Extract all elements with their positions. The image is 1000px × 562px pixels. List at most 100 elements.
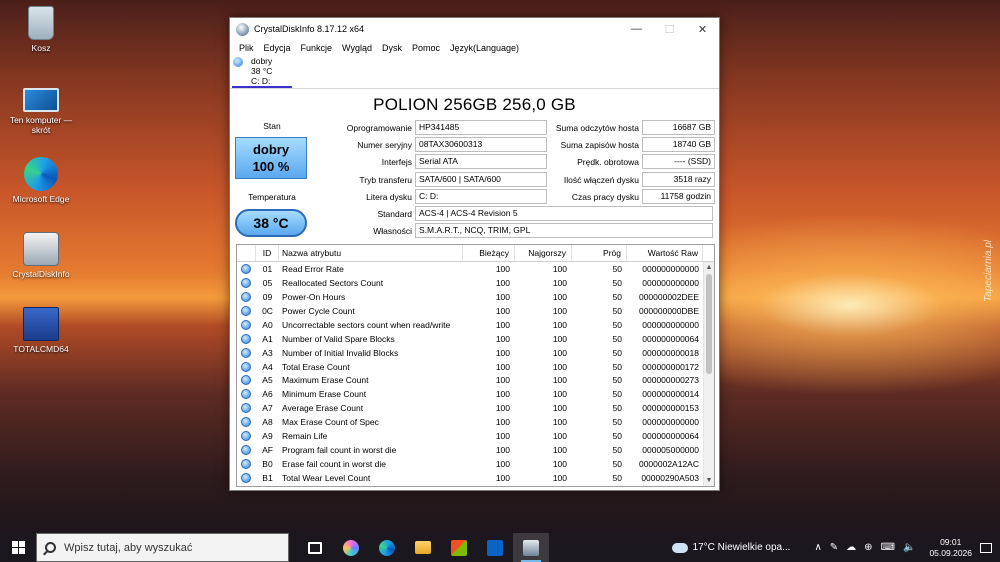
desktop-icon-totalcmd[interactable]: TOTALCMD64 [5,307,77,354]
taskbar-clock[interactable]: 09:01 05.09.2026 [929,537,972,559]
volume-icon[interactable]: 🔈 [903,542,915,553]
health-dot-icon [241,445,251,456]
crystaldiskinfo-icon [236,22,249,36]
menu-theme[interactable]: Wygląd [337,43,377,53]
close-button[interactable]: ✕ [686,18,719,40]
header-status[interactable] [237,245,256,261]
disk-tab[interactable]: dobry 38 °C C: D: [232,55,292,88]
header-current[interactable]: Bieżący [463,245,515,261]
smart-row[interactable]: A0 Uncorrectable sectors count when read/… [237,318,714,332]
edge-icon [24,157,58,191]
attr-threshold: 50 [612,277,622,288]
attr-current: 100 [495,403,510,414]
desktop-icon-this-pc[interactable]: Ten komputer — skrót [5,82,77,135]
header-threshold[interactable]: Próg [572,245,627,261]
header-worst[interactable]: Najgorszy [515,245,572,261]
attr-worst: 100 [552,361,567,372]
attr-name: Total Wear Level Count [282,473,371,484]
attr-raw: 000000000273 [642,375,699,386]
menu-function[interactable]: Funkcje [296,43,338,53]
menu-edit[interactable]: Edycja [259,43,296,53]
taskbar-file-explorer[interactable] [405,533,441,562]
smart-row[interactable]: A9 Remain Life 100 100 50 000000000064 [237,429,714,443]
pen-icon[interactable]: ✎ [830,542,838,553]
temperature-button[interactable]: 38 °C [235,209,307,237]
health-status-button[interactable]: dobry 100 % [235,137,307,179]
status-dot-cell [237,361,256,372]
smart-row[interactable]: A5 Maximum Erase Count 100 100 50 00000000027… [237,374,714,388]
smart-row[interactable]: B0 Erase fail count in worst die 100 100 50 0… [237,457,714,471]
menu-disk[interactable]: Dysk [377,43,407,53]
title-bar[interactable]: CrystalDiskInfo 8.17.12 x64 — ☐ ✕ [230,18,719,40]
scroll-up-icon[interactable]: ▲ [704,262,714,273]
menu-file[interactable]: Plik [234,43,259,53]
attr-name: Number of Valid Spare Blocks [282,333,395,344]
vertical-scrollbar[interactable]: ▲ ▼ [703,262,714,486]
taskbar-task-view[interactable] [297,533,333,562]
smart-row[interactable]: A4 Total Erase Count 100 100 50 000000000172 [237,360,714,374]
menu-language[interactable]: Język(Language) [445,43,524,53]
smart-row[interactable]: A6 Minimum Erase Count 100 100 50 00000000001… [237,387,714,401]
attr-id: A5 [262,375,273,386]
attr-current: 100 [495,417,510,428]
smart-row[interactable]: 05 Reallocated Sectors Count 100 100 50 00000… [237,276,714,290]
scroll-down-icon[interactable]: ▼ [704,475,714,486]
header-name[interactable]: Nazwa atrybutu [279,245,463,261]
status-dot-cell [237,277,256,288]
smart-row[interactable]: AF Program fail count in worst die 100 100 5… [237,443,714,457]
desktop-icon-crystaldiskinfo[interactable]: CrystalDiskInfo [5,232,77,279]
attr-current: 100 [495,347,510,358]
drive-letter-label: Litera dysku [366,191,412,202]
attr-threshold: 50 [612,263,622,274]
smart-table[interactable]: ID Nazwa atrybutu Bieżący Najgorszy Próg… [236,244,715,487]
health-dot-icon [241,403,251,414]
smart-row[interactable]: A3 Number of Initial Invalid Blocks 100 100… [237,346,714,360]
health-dot-icon [241,459,251,470]
attr-name: Reallocated Sectors Count [282,277,384,288]
smart-row[interactable]: 01 Read Error Rate 100 100 50 000000000000 [237,262,714,276]
taskbar-outlook[interactable] [477,533,513,562]
maximize-button[interactable]: ☐ [653,18,686,40]
taskbar-copilot[interactable] [333,533,369,562]
interface-value: Serial ATA [415,154,547,169]
menu-help[interactable]: Pomoc [407,43,445,53]
smart-row[interactable]: A8 Max Erase Count of Spec 100 100 50 0000000… [237,415,714,429]
attr-current: 100 [495,277,510,288]
taskbar-store[interactable] [441,533,477,562]
attr-worst: 100 [552,291,567,302]
standard-row: Standard ACS-4 | ACS-4 Revision 5 [314,206,713,221]
attr-name: Power-On Hours [282,291,346,302]
desktop-icon-edge[interactable]: Microsoft Edge [5,157,77,204]
status-column: Stan dobry 100 % Temperatura 38 °C [235,121,309,237]
health-status-text: dobry [252,142,290,157]
temperature-label: Temperatura [248,192,296,202]
header-id[interactable]: ID [256,245,279,261]
status-dot-cell [237,305,256,316]
serial-row: Numer seryjny 08TAX30600313 [314,137,547,152]
smart-row[interactable]: 09 Power-On Hours 100 100 50 000000002DEE [237,290,714,304]
health-dot-icon [241,431,251,442]
onedrive-cloud-icon[interactable]: ☁ [846,542,856,553]
firmware-label: Oprogramowanie [346,122,412,133]
attr-id: AF [262,445,273,456]
smart-row[interactable]: A7 Average Erase Count 100 100 50 00000000015… [237,401,714,415]
attr-id: 05 [262,277,273,288]
smart-row[interactable]: 0C Power Cycle Count 100 100 50 000000000DBE [237,304,714,318]
smart-row[interactable]: A1 Number of Valid Spare Blocks 100 100 50 00… [237,332,714,346]
taskbar-crystaldiskinfo[interactable] [513,533,549,562]
weather-widget[interactable]: 17°C Niewielkie opa... [693,542,791,553]
desktop-icon-recycle-bin[interactable]: Kosz [5,6,77,53]
attr-raw: 000000000DBE [638,305,699,316]
notifications-icon[interactable] [980,542,992,553]
header-raw[interactable]: Wartość Raw [627,245,703,261]
start-button[interactable] [0,533,36,562]
minimize-button[interactable]: — [620,18,653,40]
show-hidden-icons-icon[interactable]: ∧ [814,542,821,553]
taskbar-search[interactable]: Wpisz tutaj, aby wyszukać [36,533,289,562]
power-on-hours-value: 11758 godzin [642,189,715,204]
language-icon[interactable]: ⊕ [864,542,872,553]
keyboard-icon[interactable]: ⌨ [881,542,895,553]
smart-row[interactable]: B1 Total Wear Level Count 100 100 50 00000290… [237,471,714,485]
taskbar-edge[interactable] [369,533,405,562]
scroll-thumb[interactable] [706,274,712,374]
